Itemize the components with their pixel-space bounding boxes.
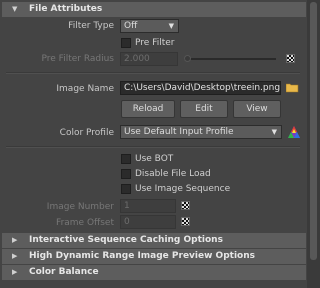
use-bot-checkbox[interactable] bbox=[121, 154, 131, 164]
edit-button[interactable]: Edit bbox=[180, 100, 228, 118]
image-number-label: Image Number bbox=[46, 202, 114, 212]
pre-filter-radius-slider-track[interactable] bbox=[184, 58, 276, 60]
section-title: Color Balance bbox=[29, 267, 99, 277]
section-header-hdr-preview[interactable]: ▶ High Dynamic Range Image Preview Optio… bbox=[2, 249, 306, 264]
scrollbar-thumb[interactable] bbox=[310, 2, 317, 260]
filter-type-value: Off bbox=[124, 21, 138, 31]
vertical-scrollbar[interactable] bbox=[307, 0, 320, 288]
attribute-editor-panel: ▼ File Attributes Filter Type Off ▼ Pre … bbox=[0, 0, 320, 288]
view-button[interactable]: View bbox=[233, 100, 281, 118]
pre-filter-radius-field[interactable]: 2.000 bbox=[120, 52, 178, 66]
disable-file-load-checkbox[interactable] bbox=[121, 169, 131, 179]
reload-button[interactable]: Reload bbox=[121, 100, 175, 118]
filter-type-dropdown[interactable]: Off ▼ bbox=[120, 19, 179, 33]
pre-filter-label: Pre Filter bbox=[135, 38, 175, 48]
dropdown-arrow-icon: ▼ bbox=[271, 128, 277, 136]
checker-map-icon[interactable] bbox=[181, 201, 190, 210]
checker-map-icon[interactable] bbox=[181, 217, 190, 226]
triangle-down-icon: ▼ bbox=[12, 5, 18, 13]
image-name-label: Image Name bbox=[56, 84, 114, 94]
image-number-field[interactable]: 1 bbox=[120, 199, 176, 213]
separator bbox=[6, 72, 300, 74]
color-profile-label: Color Profile bbox=[59, 128, 114, 138]
triangle-right-icon: ▶ bbox=[12, 252, 18, 260]
pre-filter-radius-slider-handle[interactable] bbox=[184, 55, 191, 62]
color-wheel-icon[interactable] bbox=[287, 125, 301, 139]
use-image-sequence-checkbox[interactable] bbox=[121, 184, 131, 194]
color-profile-dropdown[interactable]: Use Default Input Profile ▼ bbox=[120, 125, 282, 139]
triangle-right-icon: ▶ bbox=[12, 268, 18, 276]
disable-file-load-label: Disable File Load bbox=[135, 169, 211, 179]
separator bbox=[6, 146, 300, 148]
checker-map-icon[interactable] bbox=[286, 54, 295, 63]
section-title: High Dynamic Range Image Preview Options bbox=[29, 251, 255, 261]
file-attributes-header[interactable]: ▼ File Attributes bbox=[2, 2, 306, 17]
use-image-sequence-label: Use Image Sequence bbox=[135, 184, 231, 194]
frame-offset-field[interactable]: 0 bbox=[120, 215, 176, 229]
pre-filter-checkbox[interactable] bbox=[121, 38, 131, 48]
dropdown-arrow-icon: ▼ bbox=[168, 22, 174, 30]
color-profile-value: Use Default Input Profile bbox=[124, 127, 234, 137]
triangle-right-icon: ▶ bbox=[12, 236, 18, 244]
frame-offset-label: Frame Offset bbox=[56, 218, 114, 228]
pre-filter-radius-label: Pre Filter Radius bbox=[41, 54, 115, 64]
filter-type-label: Filter Type bbox=[68, 21, 114, 31]
folder-icon[interactable] bbox=[285, 83, 299, 93]
section-header-interactive-sequence-caching[interactable]: ▶ Interactive Sequence Caching Options bbox=[2, 233, 306, 248]
file-attributes-title: File Attributes bbox=[29, 4, 103, 14]
use-bot-label: Use BOT bbox=[135, 154, 174, 164]
section-header-color-balance[interactable]: ▶ Color Balance bbox=[2, 265, 306, 280]
section-title: Interactive Sequence Caching Options bbox=[29, 235, 223, 245]
image-name-field[interactable]: C:\Users\David\Desktop\treein.png bbox=[120, 81, 281, 95]
